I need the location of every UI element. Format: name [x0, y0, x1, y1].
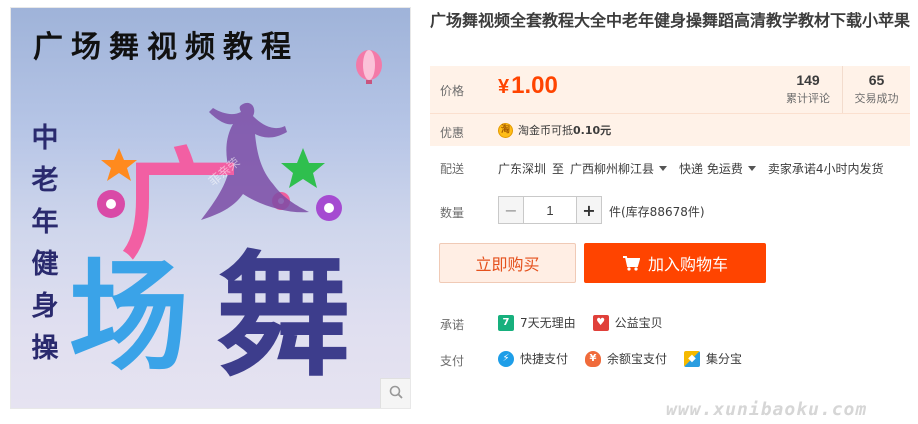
payment-text: 快捷支付	[520, 352, 569, 366]
promise-text: 7天无理由	[520, 316, 576, 330]
ship-to-word: 至	[552, 162, 565, 176]
image-headline: 广场舞视频教程	[33, 30, 299, 65]
shipping-row: 配送 广东深圳 至 广西柳州柳江县 快递 免运费 卖家承诺4小时内发货	[430, 158, 910, 178]
shipping-method-value: 快递 免运费	[679, 162, 743, 176]
promo-amount: 0.10元	[573, 124, 612, 137]
payment-text: 余额宝支付	[607, 352, 668, 366]
vertical-char: 老	[31, 165, 59, 196]
site-watermark: www.xunibaoku.com	[666, 399, 868, 420]
review-count-caption: 累计评论	[786, 92, 830, 105]
jifenbao-icon: ◆	[684, 350, 701, 367]
add-to-cart-label: 加入购物车	[647, 255, 728, 274]
quick-pay-option[interactable]: ⚡ 快捷支付	[498, 350, 568, 367]
vertical-char: 年	[31, 207, 59, 238]
product-image[interactable]: 广 场 舞 广场舞视频教程 中 老 年 健 身 操 菲亲荣	[10, 7, 411, 409]
payment-row: 支付 ⚡ 快捷支付 ¥ 余额宝支付 ◆ 集分宝	[430, 349, 910, 369]
vertical-char: 身	[31, 291, 59, 322]
promo-line: 淘 淘金币可抵 0.10元	[498, 122, 611, 138]
seven-day-return-icon: 7	[498, 314, 514, 331]
quantity-label: 数量	[440, 206, 465, 220]
jifenbao-option[interactable]: ◆ 集分宝	[684, 350, 742, 367]
quantity-row: 数量 − + 件(库存88678件)	[430, 196, 910, 226]
yuebao-icon: ¥	[585, 350, 602, 367]
product-title: 广场舞视频全套教程大全中老年健身操舞蹈高清教学教材下载小苹果	[430, 11, 911, 30]
chevron-down-icon	[659, 166, 668, 171]
increase-button[interactable]: +	[576, 196, 602, 224]
quantity-stepper: − +	[498, 196, 602, 224]
ship-from: 广东深圳	[498, 162, 547, 176]
product-artwork: 广 场 舞	[69, 50, 382, 395]
price-panel: 价格 ¥1.00 149 累计评论 65 交易成功 优惠 淘 淘金币可抵 0.10…	[430, 66, 910, 146]
quick-pay-icon: ⚡	[498, 350, 514, 367]
promise-items: 7 7天无理由 ♥ 公益宝贝	[498, 314, 680, 331]
coin-icon: 淘	[498, 122, 513, 138]
big-char-wu: 舞	[216, 238, 351, 395]
vertical-char: 中	[31, 123, 59, 154]
decrease-button[interactable]: −	[498, 196, 524, 224]
vertical-char: 操	[31, 333, 59, 364]
charity-badge[interactable]: ♥ 公益宝贝	[592, 314, 663, 331]
cart-icon	[622, 255, 640, 271]
add-to-cart-button[interactable]: 加入购物车	[584, 243, 766, 283]
star-decoration-green	[281, 148, 325, 188]
currency-symbol: ¥	[498, 76, 510, 98]
balloon-graphic	[356, 50, 382, 84]
image-vertical-text: 中 老 年 健 身 操	[25, 118, 65, 370]
quantity-input[interactable]	[524, 196, 576, 224]
payment-items: ⚡ 快捷支付 ¥ 余额宝支付 ◆ 集分宝	[498, 350, 759, 367]
review-count-stat[interactable]: 149 累计评论	[774, 66, 842, 113]
transaction-count: 65	[868, 72, 885, 88]
search-icon	[389, 385, 403, 402]
seven-day-return-badge[interactable]: 7 7天无理由	[498, 314, 576, 331]
promo-label: 优惠	[440, 126, 465, 140]
buy-now-button[interactable]: 立即购买	[439, 243, 576, 283]
payment-label: 支付	[440, 354, 465, 368]
promise-label: 承诺	[440, 318, 465, 332]
shipping-method-select[interactable]: 快递 免运费	[679, 160, 762, 177]
zoom-button[interactable]	[380, 378, 410, 408]
shipping-content: 广东深圳 至 广西柳州柳江县 快递 免运费 卖家承诺4小时内发货	[498, 160, 884, 177]
yuebao-option[interactable]: ¥ 余额宝支付	[585, 350, 667, 367]
charity-icon: ♥	[592, 314, 609, 331]
promo-text: 淘金币可抵	[518, 124, 573, 137]
shipping-label: 配送	[440, 162, 465, 176]
vertical-char: 健	[31, 249, 59, 280]
delivery-promise: 卖家承诺4小时内发货	[767, 162, 884, 176]
promise-text: 公益宝贝	[614, 316, 663, 330]
destination-select[interactable]: 广西柳州柳江县	[570, 160, 673, 177]
promise-row: 承诺 7 7天无理由 ♥ 公益宝贝	[430, 313, 910, 333]
buy-now-label: 立即购买	[475, 255, 540, 274]
stock-text: 件(库存88678件)	[609, 205, 705, 219]
review-count: 149	[796, 72, 820, 88]
transaction-count-caption: 交易成功	[854, 92, 899, 105]
price-value: ¥1.00	[498, 72, 558, 100]
transaction-count-stat[interactable]: 65 交易成功	[842, 66, 910, 113]
destination-value: 广西柳州柳江县	[570, 162, 655, 176]
price-amount: 1.00	[511, 72, 558, 99]
chevron-down-icon	[747, 166, 756, 171]
big-char-chang: 场	[69, 248, 189, 387]
sales-stats: 149 累计评论 65 交易成功	[774, 66, 910, 113]
divider	[430, 113, 910, 114]
price-label: 价格	[440, 84, 465, 98]
payment-text: 集分宝	[706, 352, 743, 366]
